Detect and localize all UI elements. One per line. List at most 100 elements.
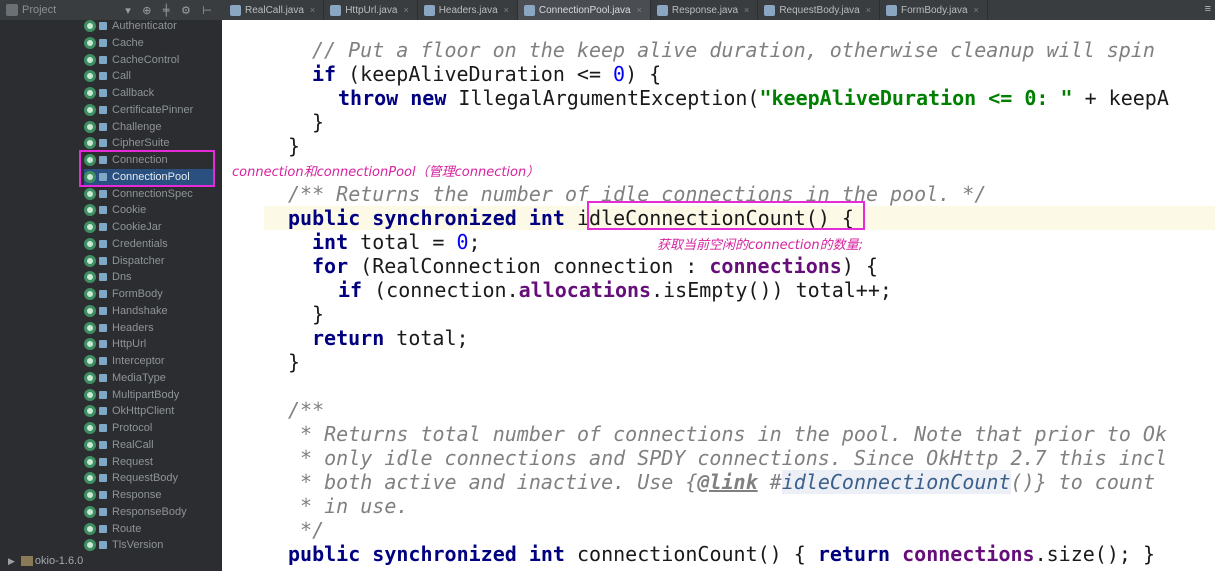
close-tab-icon[interactable]: × <box>504 5 509 15</box>
code-line: for (RealConnection connection : connect… <box>312 254 878 278</box>
class-icon <box>84 355 96 367</box>
code-line: * Returns total number of connections in… <box>288 422 1167 446</box>
tree-item-label: Cookie <box>112 204 147 217</box>
visibility-icon <box>99 105 107 114</box>
visibility-icon <box>99 541 107 550</box>
tree-item-dns[interactable]: Dns <box>84 269 132 285</box>
visibility-icon <box>99 357 107 365</box>
tree-item-cachecontrol[interactable]: CacheControl <box>84 52 179 68</box>
class-icon <box>84 304 96 317</box>
tree-item-label: okio-1.6.0 <box>34 555 84 567</box>
expand-arrow-icon[interactable]: ▶ <box>8 556 15 567</box>
close-tab-icon[interactable]: × <box>974 5 979 15</box>
code-editor[interactable]: // Put a floor on the keep alive duratio… <box>264 20 1215 571</box>
class-icon <box>84 20 96 32</box>
top-toolbar: Project ▾ ⊕ ╪ ⚙ ⊢ RealCall.java × HttpUrl.… <box>0 0 1215 21</box>
class-icon <box>84 438 96 451</box>
tree-item-route[interactable]: Route <box>84 521 141 537</box>
tab-formbody[interactable]: FormBody.java × <box>880 0 988 20</box>
visibility-icon <box>99 340 107 349</box>
tree-item-callback[interactable]: Callback <box>84 85 154 101</box>
close-tab-icon[interactable]: × <box>403 5 408 15</box>
tree-item-realcall[interactable]: RealCall <box>84 437 154 453</box>
tree-item-formbody[interactable]: FormBody <box>84 286 163 302</box>
class-icon <box>84 237 96 250</box>
code-line: * both active and inactive. Use {@link #… <box>288 470 1155 494</box>
class-icon <box>84 87 96 99</box>
project-panel-header[interactable]: Project ▾ ⊕ ╪ ⚙ ⊢ <box>0 0 222 20</box>
tree-item-label: RequestBody <box>112 472 179 485</box>
tree-item-requestbody[interactable]: RequestBody <box>84 470 178 486</box>
class-icon <box>84 103 96 116</box>
visibility-icon <box>99 256 107 265</box>
tree-item-interceptor[interactable]: Interceptor <box>84 353 165 369</box>
tab-requestbody[interactable]: RequestBody.java × <box>758 0 880 20</box>
visibility-icon <box>99 206 107 215</box>
tree-item-httpurl[interactable]: HttpUrl <box>84 336 146 352</box>
tree-item-handshake[interactable]: Handshake <box>84 303 168 319</box>
tree-item-tlsversion[interactable]: TlsVersion <box>84 537 163 553</box>
tab-headers[interactable]: Headers.java × <box>418 0 518 20</box>
tree-item-label: Call <box>112 70 131 83</box>
tree-item-headers[interactable]: Headers <box>84 320 154 336</box>
tree-item-challenge[interactable]: Challenge <box>84 119 162 135</box>
tree-item-okhttpclient[interactable]: OkHttpClient <box>84 403 174 419</box>
visibility-icon <box>99 239 107 248</box>
tree-item-protocol[interactable]: Protocol <box>84 420 152 436</box>
tree-item-ciphersuite[interactable]: CipherSuite <box>84 135 169 151</box>
close-tab-icon[interactable]: × <box>637 5 642 15</box>
annotation-idle-note: 获取当前空闲的connection的数量; <box>657 238 864 253</box>
code-line: // Put a floor on the keep alive duratio… <box>312 38 1155 62</box>
visibility-icon <box>99 323 107 332</box>
project-label: Project <box>22 4 57 16</box>
code-line: } <box>288 134 301 158</box>
tree-item-dispatcher[interactable]: Dispatcher <box>84 253 165 269</box>
tree-item-cookie[interactable]: Cookie <box>84 202 146 218</box>
class-icon <box>84 221 96 233</box>
code-line: } <box>312 302 325 326</box>
visibility-icon <box>99 89 107 97</box>
code-line: * in use. <box>288 494 409 518</box>
tab-label: ConnectionPool.java <box>538 4 631 16</box>
tab-label: FormBody.java <box>901 4 968 16</box>
editor-tabs: RealCall.java × HttpUrl.java × Headers.java ×… <box>224 0 988 20</box>
project-tools-icons[interactable]: ▾ ⊕ ╪ ⚙ ⊢ <box>125 4 216 17</box>
tree-item-credentials[interactable]: Credentials <box>84 236 168 252</box>
project-tree: ▶ okio-1.6.0 Authenticator Cache CacheCont… <box>0 20 222 571</box>
tree-item-cookiejar[interactable]: CookieJar <box>84 219 162 235</box>
tree-item-request[interactable]: Request <box>84 454 153 470</box>
code-line: /** <box>288 398 325 422</box>
class-icon <box>84 505 96 518</box>
tree-item-authenticator[interactable]: Authenticator <box>84 20 177 34</box>
java-file-icon <box>656 4 668 16</box>
visibility-icon <box>99 290 107 298</box>
tab-label: Headers.java <box>438 4 498 16</box>
close-tab-icon[interactable]: × <box>744 5 749 15</box>
tree-item-label: Authenticator <box>112 20 177 32</box>
tree-item-multipartbody[interactable]: MultipartBody <box>84 387 179 403</box>
tab-response[interactable]: Response.java × <box>651 0 759 20</box>
close-tab-icon[interactable]: × <box>310 5 315 15</box>
tree-item-mediatype[interactable]: MediaType <box>84 370 166 386</box>
java-file-icon <box>764 4 776 16</box>
tree-item-okio[interactable]: ▶ okio-1.6.0 <box>0 551 83 571</box>
close-tab-icon[interactable]: × <box>866 5 871 15</box>
tree-item-connectionspec[interactable]: ConnectionSpec <box>84 186 193 202</box>
visibility-icon <box>99 491 107 499</box>
tree-item-cache[interactable]: Cache <box>84 35 144 51</box>
tab-connectionpool[interactable]: ConnectionPool.java × <box>517 0 651 20</box>
tree-item-label: CipherSuite <box>112 137 170 150</box>
tab-realcall[interactable]: RealCall.java × <box>224 0 325 20</box>
menu-icon[interactable]: ≡ <box>1205 3 1211 15</box>
tree-item-certificatepinner[interactable]: CertificatePinner <box>84 102 193 118</box>
tab-httpurl[interactable]: HttpUrl.java × <box>324 0 418 20</box>
tree-item-response[interactable]: Response <box>84 487 162 503</box>
class-icon <box>84 338 96 351</box>
code-line: throw new IllegalArgumentException("keep… <box>338 86 1169 110</box>
java-file-icon <box>886 4 897 16</box>
tree-item-label: Request <box>112 455 153 468</box>
tree-item-call[interactable]: Call <box>84 68 131 84</box>
tab-label: RealCall.java <box>245 4 304 16</box>
visibility-icon <box>99 373 107 382</box>
tree-item-responsebody[interactable]: ResponseBody <box>84 504 187 520</box>
